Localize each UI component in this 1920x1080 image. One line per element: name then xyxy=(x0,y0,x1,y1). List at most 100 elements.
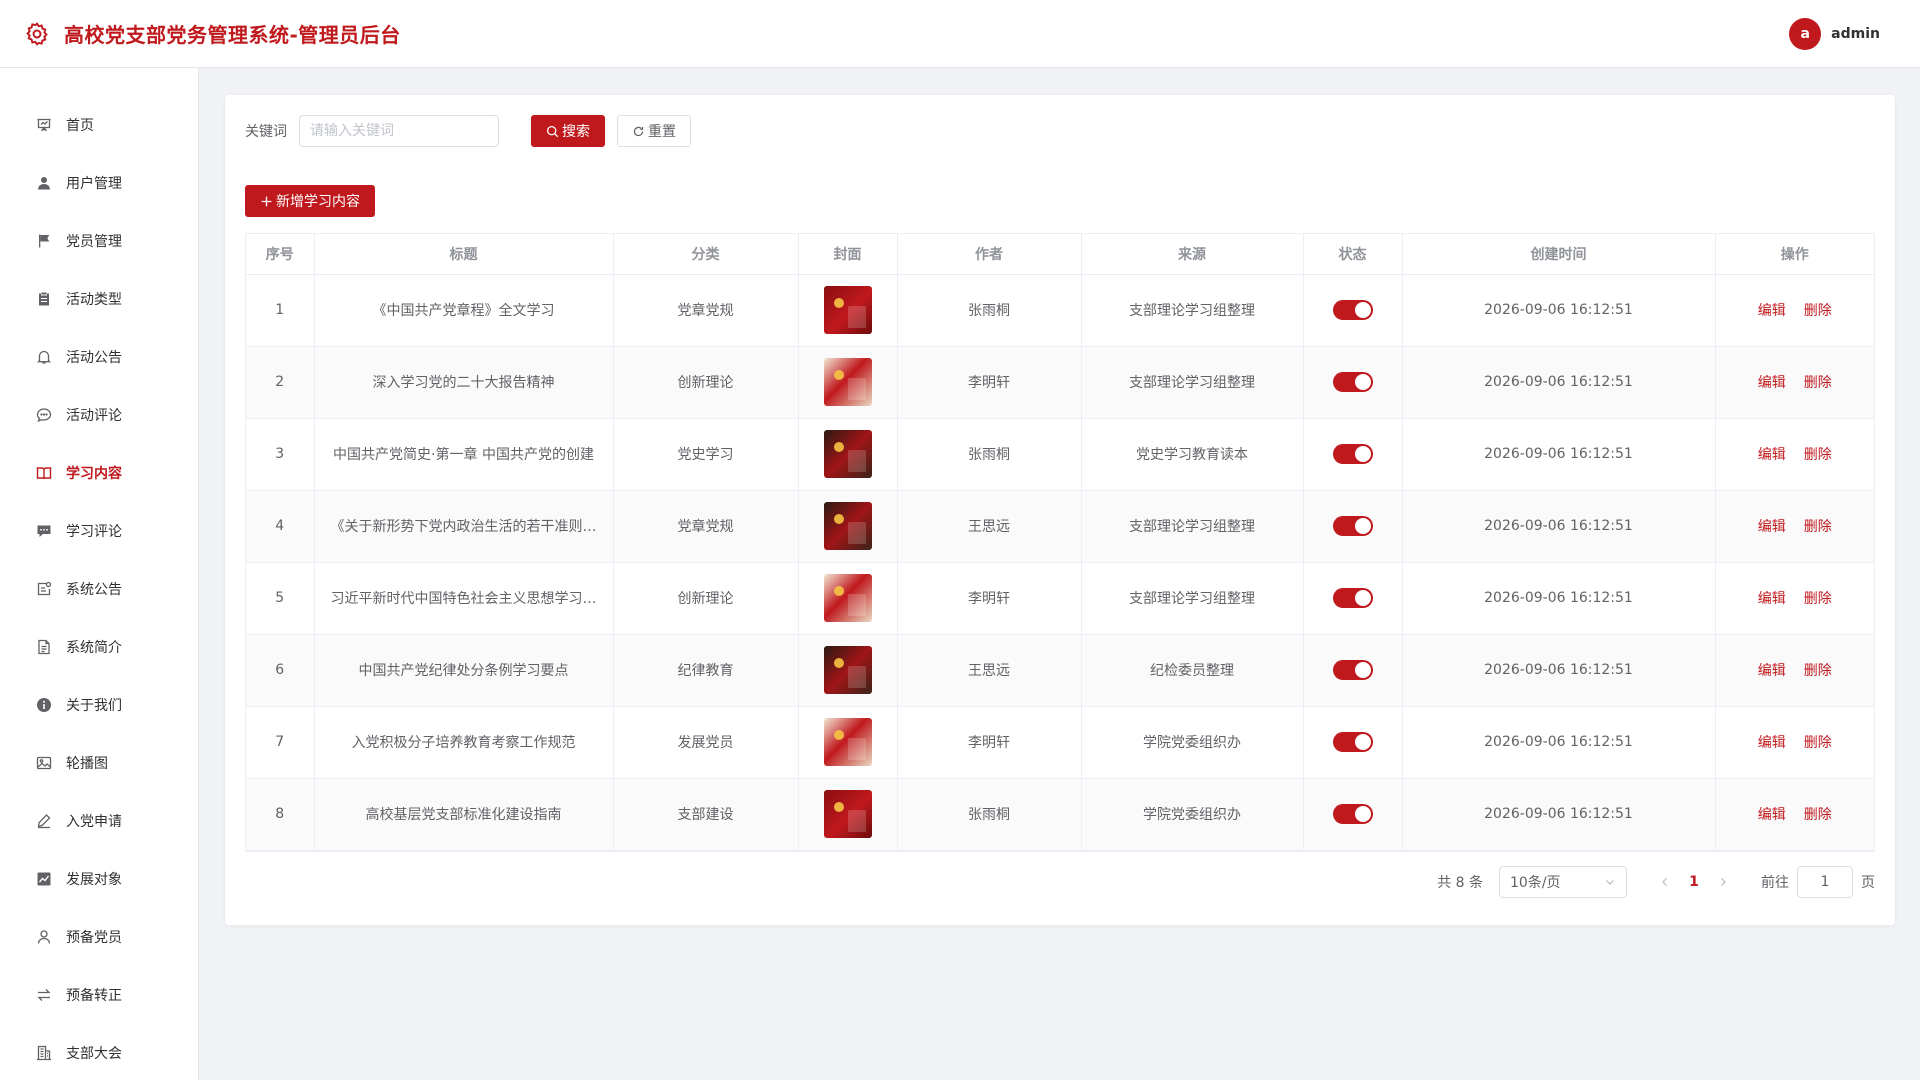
table-row[interactable]: 8 高校基层党支部标准化建设指南 支部建设 张雨桐 学院党委组织办 2026-09-06 … xyxy=(246,778,1874,851)
edit-link[interactable]: 编辑 xyxy=(1758,303,1786,319)
sidebar-item-6[interactable]: 学习内容 xyxy=(0,444,198,502)
row-title: 中国共产党简史·第一章 中国共产党的创建 xyxy=(314,418,614,491)
sidebar-item-13[interactable]: 发展对象 xyxy=(0,850,198,908)
sidebar-item-1[interactable]: 用户管理 xyxy=(0,154,198,212)
delete-link[interactable]: 删除 xyxy=(1804,735,1832,751)
sidebar-item-15[interactable]: 预备转正 xyxy=(0,966,198,1024)
sidebar-item-0[interactable]: 首页 xyxy=(0,96,198,154)
table-row[interactable]: 7 入党积极分子培养教育考察工作规范 发展党员 李明轩 学院党委组织办 2026-09-0… xyxy=(246,706,1874,779)
toggle-knob xyxy=(1354,734,1371,750)
edit-link[interactable]: 编辑 xyxy=(1758,447,1786,463)
keyword-label: 关键词 xyxy=(245,124,287,140)
page-unit-label: 页 xyxy=(1861,875,1875,891)
page-number-1[interactable]: 1 xyxy=(1679,868,1709,896)
status-toggle[interactable] xyxy=(1332,732,1373,752)
table-row[interactable]: 1 《中国共产党章程》全文学习 党章党规 张雨桐 支部理论学习组整理 2026-09-06… xyxy=(246,274,1874,347)
status-toggle[interactable] xyxy=(1332,660,1373,680)
cover-thumbnail[interactable] xyxy=(823,790,872,838)
sidebar-item-10[interactable]: 关于我们 xyxy=(0,676,198,734)
table-row[interactable]: 5 习近平新时代中国特色社会主义思想学习… 创新理论 李明轩 支部理论学习组整理 2026… xyxy=(246,562,1874,635)
column-header: 创建时间 xyxy=(1402,234,1716,275)
sidebar-item-4[interactable]: 活动公告 xyxy=(0,328,198,386)
delete-link[interactable]: 删除 xyxy=(1804,375,1832,391)
reset-button[interactable]: 重置 xyxy=(617,115,691,147)
keyword-input[interactable] xyxy=(299,115,499,147)
table-row[interactable]: 2 深入学习党的二十大报告精神 创新理论 李明轩 支部理论学习组整理 2026-09-06… xyxy=(246,346,1874,419)
table-row[interactable]: 6 中国共产党纪律处分条例学习要点 纪律教育 王思远 纪检委员整理 2026-09-06 … xyxy=(246,634,1874,707)
table-row[interactable]: 4 《关于新形势下党内政治生活的若干准则… 党章党规 王思远 支部理论学习组整理 2026… xyxy=(246,490,1874,563)
gear-icon xyxy=(24,21,50,47)
search-button[interactable]: 搜索 xyxy=(531,115,605,147)
cover-thumbnail[interactable] xyxy=(823,646,872,694)
book-icon xyxy=(847,306,866,328)
sidebar-item-5[interactable]: 活动评论 xyxy=(0,386,198,444)
table-header-row: 序号 标题 分类 封面 作者 来源 状态 创建时间 操作 xyxy=(246,234,1874,275)
edit-link[interactable]: 编辑 xyxy=(1758,591,1786,607)
row-source: 支部理论学习组整理 xyxy=(1081,346,1304,419)
sidebar-item-12[interactable]: 入党申请 xyxy=(0,792,198,850)
prev-page-button[interactable] xyxy=(1651,868,1679,896)
sidebar-item-8[interactable]: 系统公告 xyxy=(0,560,198,618)
book-icon xyxy=(847,810,866,832)
row-source: 支部理论学习组整理 xyxy=(1081,490,1304,563)
cover-thumbnail[interactable] xyxy=(823,358,872,406)
edit-link[interactable]: 编辑 xyxy=(1758,375,1786,391)
cover-thumbnail[interactable] xyxy=(823,574,872,622)
page-size-select[interactable]: 10条/页 xyxy=(1499,866,1627,898)
row-title: 高校基层党支部标准化建设指南 xyxy=(314,778,614,851)
cover-thumbnail[interactable] xyxy=(823,430,872,478)
goto-page: 前往 页 xyxy=(1761,866,1875,898)
book-icon xyxy=(847,450,866,472)
cover-thumbnail[interactable] xyxy=(823,502,872,550)
sidebar-item-3[interactable]: 活动类型 xyxy=(0,270,198,328)
sidebar-item-16[interactable]: 支部大会 xyxy=(0,1024,198,1080)
party-emblem-icon xyxy=(833,658,844,668)
goto-page-input[interactable] xyxy=(1797,866,1853,898)
sidebar-item-11[interactable]: 轮播图 xyxy=(0,734,198,792)
row-author: 王思远 xyxy=(897,490,1082,563)
status-toggle[interactable] xyxy=(1332,804,1373,824)
column-header: 操作 xyxy=(1715,234,1874,275)
status-toggle[interactable] xyxy=(1332,444,1373,464)
row-created-time: 2026-09-06 16:12:51 xyxy=(1402,418,1716,491)
status-toggle[interactable] xyxy=(1332,516,1373,536)
presentation-icon xyxy=(36,117,52,133)
sidebar-item-label: 活动评论 xyxy=(66,408,122,424)
sidebar-item-label: 发展对象 xyxy=(66,872,122,888)
user-menu[interactable]: a admin xyxy=(1789,17,1880,50)
sidebar-item-9[interactable]: 系统简介 xyxy=(0,618,198,676)
trend-icon xyxy=(36,871,52,887)
edit-link[interactable]: 编辑 xyxy=(1758,663,1786,679)
status-toggle[interactable] xyxy=(1332,300,1373,320)
delete-link[interactable]: 删除 xyxy=(1804,303,1832,319)
next-page-button[interactable] xyxy=(1709,868,1737,896)
cover-thumbnail[interactable] xyxy=(823,718,872,766)
delete-link[interactable]: 删除 xyxy=(1804,663,1832,679)
sidebar-item-2[interactable]: 党员管理 xyxy=(0,212,198,270)
add-study-content-button[interactable]: 新增学习内容 xyxy=(245,185,375,217)
edit-link[interactable]: 编辑 xyxy=(1758,807,1786,823)
status-toggle[interactable] xyxy=(1332,588,1373,608)
delete-link[interactable]: 删除 xyxy=(1804,447,1832,463)
sidebar-item-label: 支部大会 xyxy=(66,1046,122,1062)
edit-link[interactable]: 编辑 xyxy=(1758,735,1786,751)
delete-link[interactable]: 删除 xyxy=(1804,807,1832,823)
row-created-time: 2026-09-06 16:12:51 xyxy=(1402,274,1716,347)
sidebar-item-7[interactable]: 学习评论 xyxy=(0,502,198,560)
username[interactable]: admin xyxy=(1831,26,1880,42)
delete-link[interactable]: 删除 xyxy=(1804,519,1832,535)
row-actions: 编辑 删除 xyxy=(1715,490,1874,563)
status-toggle[interactable] xyxy=(1332,372,1373,392)
study-content-table: 序号 标题 分类 封面 作者 来源 状态 创建时间 操作 1 《中国共产党章程》全文学习 党章党规张… xyxy=(245,233,1875,852)
delete-link[interactable]: 删除 xyxy=(1804,591,1832,607)
sidebar-item-label: 预备党员 xyxy=(66,930,122,946)
sidebar-item-14[interactable]: 预备党员 xyxy=(0,908,198,966)
cover-thumbnail[interactable] xyxy=(823,286,872,334)
notice-icon xyxy=(36,581,52,597)
row-author: 李明轩 xyxy=(897,706,1082,779)
row-cover xyxy=(798,706,898,779)
search-icon xyxy=(546,125,559,137)
table-row[interactable]: 3 中国共产党简史·第一章 中国共产党的创建 党史学习 张雨桐 党史学习教育读本 2026… xyxy=(246,418,1874,491)
avatar[interactable]: a xyxy=(1789,17,1822,50)
edit-link[interactable]: 编辑 xyxy=(1758,519,1786,535)
